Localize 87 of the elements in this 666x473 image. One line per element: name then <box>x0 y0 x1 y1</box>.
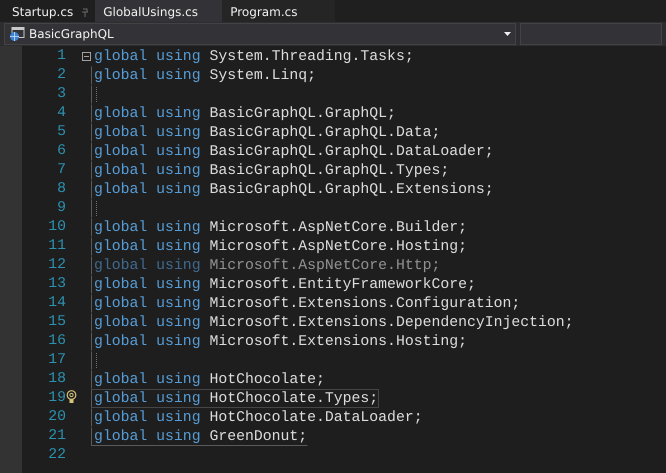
namespace-name: BasicGraphQL.GraphQL.Types; <box>209 163 450 179</box>
line-number: 14 <box>47 294 66 313</box>
line-number: 20 <box>47 408 66 427</box>
keyword: using <box>156 220 201 236</box>
keyword: global <box>94 106 148 122</box>
lightbulb-icon[interactable] <box>66 390 77 404</box>
keyword: global <box>94 296 148 312</box>
line-number: 16 <box>47 332 66 351</box>
keyword: using <box>156 49 201 65</box>
keyword: global <box>94 258 148 274</box>
collapse-icon[interactable] <box>82 52 91 61</box>
namespace-name: System.Linq; <box>209 68 316 84</box>
namespace-name: System.Threading.Tasks; <box>209 49 414 65</box>
namespace-name: Microsoft.AspNetCore.Builder; <box>209 220 467 236</box>
keyword: global <box>94 315 148 331</box>
indent-guide <box>96 353 97 368</box>
indent-guide <box>96 201 97 216</box>
line-number: 10 <box>47 218 66 237</box>
keyword: global <box>94 391 148 407</box>
namespace-name: Microsoft.AspNetCore.Http; <box>209 258 440 274</box>
keyword: using <box>156 258 201 274</box>
line-number: 8 <box>56 180 66 199</box>
namespace-name: HotChocolate.Types; <box>209 391 378 407</box>
line-number: 4 <box>56 104 66 123</box>
line-number: 1 <box>56 47 66 66</box>
namespace-name: Microsoft.EntityFrameworkCore; <box>209 277 476 293</box>
keyword: using <box>156 106 201 122</box>
keyword: using <box>156 429 201 445</box>
namespace-name: BasicGraphQL.GraphQL; <box>209 106 396 122</box>
keyword: using <box>156 144 201 160</box>
project-icon <box>9 26 25 42</box>
line-number: 3 <box>56 85 66 104</box>
keyword: using <box>156 277 201 293</box>
keyword: using <box>156 239 201 255</box>
keyword: global <box>94 372 148 388</box>
keyword: using <box>156 182 201 198</box>
line-number: 15 <box>47 313 66 332</box>
keyword: global <box>94 125 148 141</box>
namespace-name: BasicGraphQL.GraphQL.Data; <box>209 125 440 141</box>
namespace-name: Microsoft.Extensions.DependencyInjection; <box>209 315 574 331</box>
line-number: 18 <box>47 370 66 389</box>
keyword: using <box>156 391 201 407</box>
pin-icon[interactable] <box>81 8 90 16</box>
keyword: using <box>156 315 201 331</box>
namespace-name: Microsoft.Extensions.Configuration; <box>209 296 520 312</box>
keyword: using <box>156 410 201 426</box>
line-number: 17 <box>47 351 66 370</box>
keyword: global <box>94 220 148 236</box>
keyword: global <box>94 277 148 293</box>
namespace-name: Microsoft.AspNetCore.Hosting; <box>209 239 467 255</box>
line-number: 7 <box>56 161 66 180</box>
line-number: 21 <box>47 427 66 446</box>
keyword: global <box>94 410 148 426</box>
line-number: 12 <box>47 256 66 275</box>
line-number: 11 <box>47 237 66 256</box>
keyword: global <box>94 182 148 198</box>
keyword: global <box>94 49 148 65</box>
namespace-name: HotChocolate; <box>209 372 325 388</box>
project-dropdown[interactable]: BasicGraphQL <box>4 23 516 45</box>
namespace-name: HotChocolate.DataLoader; <box>209 410 423 426</box>
file-tab[interactable]: Program.cs <box>222 0 336 22</box>
keyword: global <box>94 239 148 255</box>
caret-icon <box>504 32 511 36</box>
line-number: 6 <box>56 142 66 161</box>
keyword: using <box>156 334 201 350</box>
namespace-name: GreenDonut; <box>209 429 308 445</box>
line-number: 22 <box>47 446 66 465</box>
keyword: global <box>94 429 148 445</box>
line-number: 19 <box>47 389 66 408</box>
keyword: global <box>94 334 148 350</box>
keyword: using <box>156 68 201 84</box>
keyword: global <box>94 144 148 160</box>
keyword: using <box>156 372 201 388</box>
keyword: using <box>156 163 201 179</box>
keyword: global <box>94 163 148 179</box>
line-number: 13 <box>47 275 66 294</box>
keyword: using <box>156 296 201 312</box>
file-tab[interactable]: GlobalUsings.cs <box>95 0 222 22</box>
line-number: 5 <box>56 123 66 142</box>
namespace-name: BasicGraphQL.GraphQL.Extensions; <box>209 182 494 198</box>
line-number: 9 <box>56 199 66 218</box>
keyword: global <box>94 68 148 84</box>
namespace-name: BasicGraphQL.GraphQL.DataLoader; <box>209 144 494 160</box>
namespace-name: Microsoft.Extensions.Hosting; <box>209 334 467 350</box>
indent-guide <box>96 87 97 102</box>
line-number: 2 <box>56 66 66 85</box>
keyword: using <box>156 125 201 141</box>
